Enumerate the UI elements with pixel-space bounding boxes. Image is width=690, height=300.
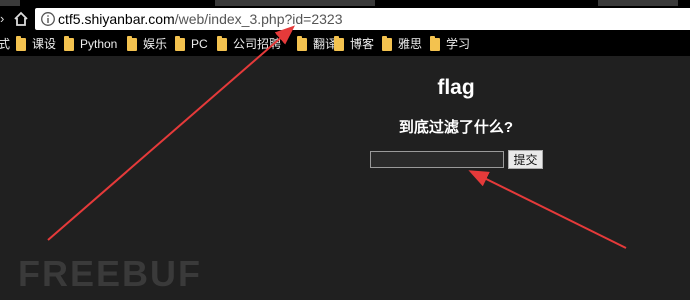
answer-input[interactable] <box>370 151 504 168</box>
bookmark-folder[interactable]: 公司招聘 <box>217 35 282 52</box>
question-heading: 到底过滤了什么? <box>398 119 514 136</box>
bookmark-label: 课设 <box>32 37 57 51</box>
bookmark-truncated-label[interactable]: 式 <box>0 36 10 52</box>
folder-icon <box>127 35 137 51</box>
bookmark-label: 学习 <box>446 37 471 51</box>
submit-button[interactable]: 提交 <box>508 150 543 169</box>
url-text[interactable]: ctf5.shiyanbar.com/web/index_3.php?id=23… <box>58 11 343 27</box>
bookmark-folder[interactable]: 娱乐 <box>127 35 168 52</box>
bookmark-label: 博客 <box>350 37 375 51</box>
folder-icon <box>334 35 344 51</box>
address-bar[interactable]: ctf5.shiyanbar.com/web/index_3.php?id=23… <box>35 8 690 30</box>
folder-icon <box>16 35 26 51</box>
folder-icon <box>64 35 74 51</box>
bookmark-folder[interactable]: PC <box>175 35 208 52</box>
bookmark-folder[interactable]: 博客 <box>334 35 375 52</box>
svg-text:FREEBUF: FREEBUF <box>18 253 202 292</box>
bookmark-label: 公司招聘 <box>233 37 282 51</box>
folder-icon <box>175 35 185 51</box>
home-icon[interactable] <box>13 11 29 27</box>
url-path: /web/index_3.php?id=2323 <box>174 11 343 27</box>
info-icon[interactable] <box>40 11 56 27</box>
page-title: flag <box>437 76 475 99</box>
folder-icon <box>430 35 440 51</box>
bookmark-folder[interactable]: 学习 <box>430 35 471 52</box>
bookmark-folder[interactable]: 翻译 <box>297 35 337 52</box>
bookmark-label: PC <box>191 37 208 51</box>
bookmark-label: 娱乐 <box>143 37 168 51</box>
bookmark-folder[interactable]: Python <box>64 35 118 52</box>
bookmark-label: 雅思 <box>398 37 423 51</box>
bookmarks-bar: 式 课设 Python 娱乐 PC 公司招聘 翻译 博客 雅思 学习 <box>0 32 690 56</box>
url-host: ctf5.shiyanbar.com <box>58 11 175 27</box>
folder-icon <box>382 35 392 51</box>
bookmark-folder[interactable]: 雅思 <box>382 35 423 52</box>
folder-icon <box>297 35 307 51</box>
bookmark-label: Python <box>80 37 118 51</box>
folder-icon <box>217 35 227 51</box>
bookmark-folder[interactable]: 课设 <box>16 35 57 52</box>
browser-toolbar: › ctf5.shiyanbar.com/web/index_3.php?id=… <box>0 6 690 32</box>
freebuf-watermark: FREEBUF <box>18 253 202 292</box>
forward-icon[interactable]: › <box>0 11 10 27</box>
